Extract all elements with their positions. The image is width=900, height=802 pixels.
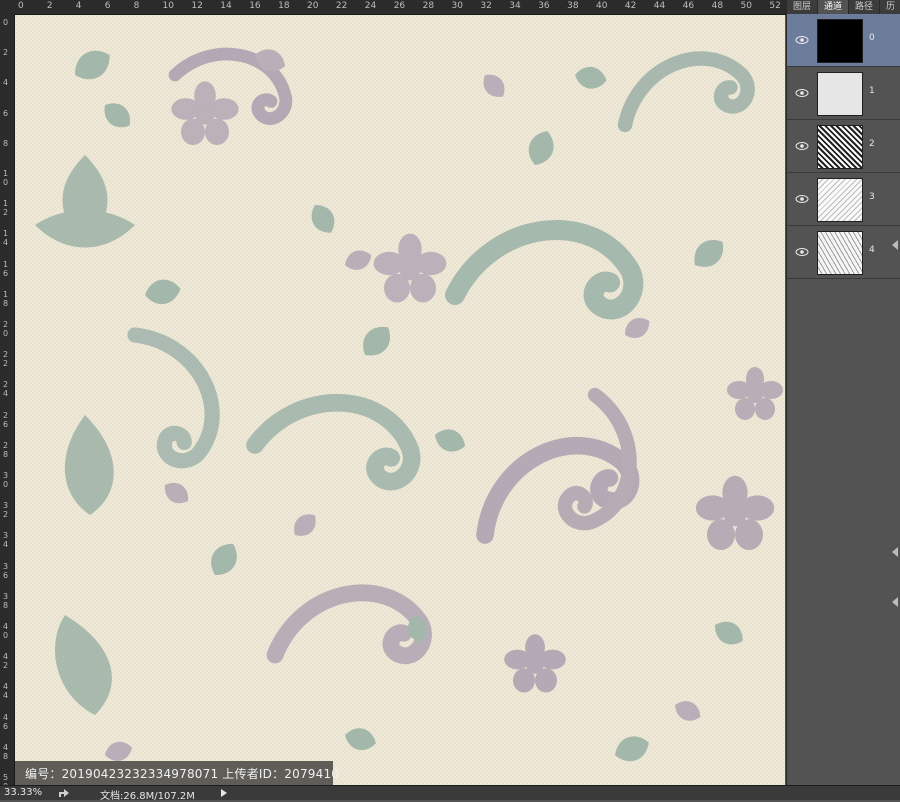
ruler-tick-label: 2 bbox=[3, 48, 9, 58]
ruler-tick-label: 24 bbox=[3, 380, 9, 399]
ruler-tick-label: 0 bbox=[18, 1, 24, 11]
ruler-tick-label: 4 bbox=[3, 78, 9, 88]
ruler-tick-label: 36 bbox=[538, 1, 550, 11]
channel-thumbnail bbox=[817, 231, 863, 275]
damask-pattern bbox=[15, 15, 785, 785]
ruler-tick-label: 28 bbox=[3, 440, 9, 459]
ruler-tick-label: 36 bbox=[3, 561, 9, 580]
channel-row[interactable]: 4 bbox=[787, 226, 900, 279]
ruler-tick-label: 2 bbox=[46, 1, 53, 11]
ruler-tick-label: 12 bbox=[3, 199, 9, 218]
eye-icon[interactable] bbox=[795, 86, 809, 100]
ruler-tick-label: 14 bbox=[220, 1, 232, 11]
channel-thumbnail bbox=[817, 125, 863, 169]
ruler-tick-label: 16 bbox=[3, 259, 9, 278]
eye-icon[interactable] bbox=[795, 33, 809, 47]
eye-icon[interactable] bbox=[795, 245, 809, 259]
ruler-tick-label: 40 bbox=[596, 1, 608, 11]
panel-edge-icon bbox=[892, 597, 898, 607]
eye-icon[interactable] bbox=[795, 139, 809, 153]
ruler-tick-label: 52 bbox=[769, 1, 781, 11]
ruler-tick-label: 38 bbox=[567, 1, 579, 11]
ruler-tick-label: 48 bbox=[711, 1, 724, 11]
ruler-tick-label: 0 bbox=[3, 18, 9, 27]
ruler-tick-label: 38 bbox=[3, 591, 9, 610]
ruler-tick-label: 28 bbox=[422, 1, 435, 11]
document-canvas[interactable] bbox=[15, 15, 785, 785]
channel-thumbnail bbox=[817, 178, 863, 222]
ruler-tick-label: 44 bbox=[3, 682, 9, 701]
ruler-tick-label: 18 bbox=[3, 289, 9, 308]
ruler-tick-label: 22 bbox=[3, 350, 9, 369]
ruler-tick-label: 40 bbox=[3, 622, 9, 640]
channel-row[interactable]: 2 bbox=[787, 120, 900, 173]
panel-edge-icon bbox=[892, 240, 898, 250]
tab-channels[interactable]: 通道 bbox=[818, 0, 850, 14]
channels-panel: 图层 通道 路径 历 0 1 2 3 4 bbox=[786, 0, 900, 785]
channel-name: 4 bbox=[869, 245, 875, 255]
ruler-tick-label: 16 bbox=[249, 1, 261, 11]
status-bar: 33.33% 文档:26.8M/107.2M bbox=[0, 785, 900, 802]
ruler-tick-label: 10 bbox=[162, 1, 174, 11]
ruler-tick-label: 14 bbox=[3, 229, 9, 248]
channel-name: 0 bbox=[869, 33, 875, 43]
credit-text: 编号：20190423232334978071 上传者ID：2079410 bbox=[25, 767, 340, 781]
ruler-tick-label: 22 bbox=[335, 1, 348, 11]
ruler-tick-label: 34 bbox=[509, 1, 521, 11]
channel-row[interactable]: 3 bbox=[787, 173, 900, 226]
left-ruler[interactable]: 0 2 4 6 8 10 12 14 16 18 20 22 24 26 28 30 32 34 36 38 40 42 4… bbox=[0, 14, 15, 785]
channel-name: 2 bbox=[869, 139, 875, 149]
ruler-tick-label: 32 bbox=[480, 1, 492, 11]
ruler-tick-label: 12 bbox=[191, 1, 203, 11]
ruler-tick-label: 30 bbox=[451, 1, 463, 11]
top-ruler[interactable]: 0 2 4 6 8 10 12 14 16 18 20 22 24 26 28 30 32 34 36 38 40 42 4… bbox=[0, 0, 786, 15]
eye-icon[interactable] bbox=[795, 192, 809, 206]
zoom-level[interactable]: 33.33% bbox=[4, 787, 42, 798]
channel-thumbnail bbox=[817, 72, 863, 116]
ruler-tick-label: 48 bbox=[3, 742, 9, 761]
panel-tabs: 图层 通道 路径 历 bbox=[787, 0, 900, 14]
channel-name: 3 bbox=[869, 192, 875, 202]
channel-name: 1 bbox=[869, 86, 875, 96]
ruler-tick-label: 26 bbox=[3, 410, 9, 429]
tab-paths[interactable]: 路径 bbox=[849, 0, 881, 14]
ruler-tick-label: 30 bbox=[3, 471, 9, 489]
ruler-tick-label: 20 bbox=[3, 320, 9, 338]
ruler-tick-label: 46 bbox=[682, 1, 695, 11]
share-icon[interactable] bbox=[58, 788, 70, 798]
ruler-tick-label: 26 bbox=[393, 1, 406, 11]
expand-arrow-icon[interactable] bbox=[220, 788, 228, 798]
ruler-tick-label: 10 bbox=[3, 169, 9, 187]
ruler-tick-label: 50 bbox=[3, 773, 9, 785]
ruler-tick-label: 42 bbox=[3, 652, 9, 671]
ruler-tick-label: 6 bbox=[3, 108, 9, 118]
ruler-tick-label: 32 bbox=[3, 501, 9, 520]
ruler-tick-label: 46 bbox=[3, 712, 9, 731]
ruler-tick-label: 50 bbox=[740, 1, 752, 11]
ruler-tick-label: 6 bbox=[104, 1, 111, 11]
panel-edge-icon bbox=[892, 547, 898, 557]
channel-thumbnail bbox=[817, 19, 863, 63]
ruler-tick-label: 18 bbox=[278, 1, 290, 11]
document-size: 文档:26.8M/107.2M bbox=[100, 791, 195, 802]
ruler-tick-label: 20 bbox=[307, 1, 319, 11]
ruler-tick-label: 44 bbox=[653, 1, 666, 11]
ruler-tick-label: 4 bbox=[75, 1, 82, 11]
tab-history[interactable]: 历 bbox=[880, 0, 900, 14]
ruler-tick-label: 42 bbox=[624, 1, 637, 11]
ruler-tick-label: 34 bbox=[3, 531, 9, 550]
watermark-credit: 编号：20190423232334978071 上传者ID：2079410 bbox=[15, 761, 339, 785]
channel-row[interactable]: 0 bbox=[787, 14, 900, 67]
channel-row[interactable]: 1 bbox=[787, 67, 900, 120]
ruler-tick-label: 8 bbox=[133, 1, 140, 11]
tab-layers[interactable]: 图层 bbox=[787, 0, 819, 14]
ruler-tick-label: 8 bbox=[3, 138, 9, 148]
ruler-tick-label: 24 bbox=[364, 1, 377, 11]
